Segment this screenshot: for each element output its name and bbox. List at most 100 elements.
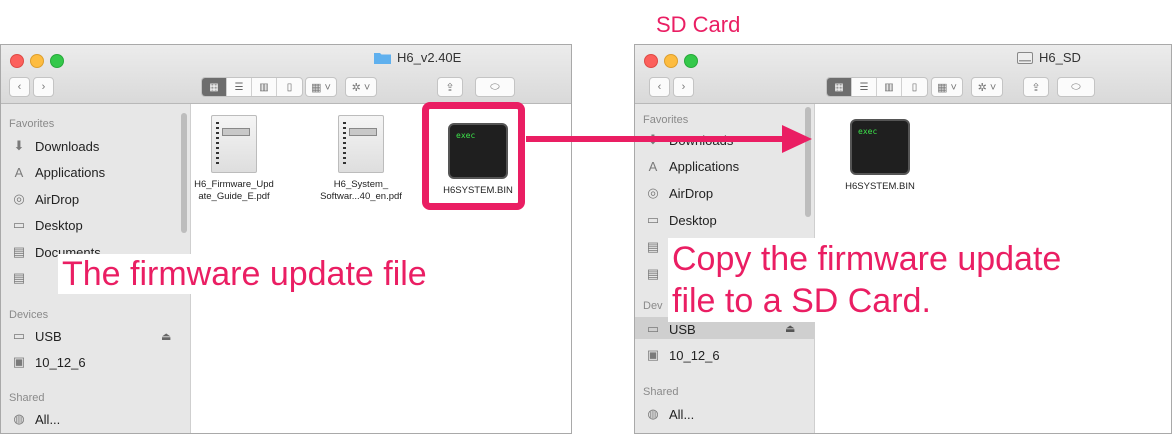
sidebar-item-applications[interactable]: A Applications [11,164,105,180]
eject-icon[interactable]: ⏏ [785,322,795,335]
sidebar-item-disk[interactable]: ▣ 10_12_6 [11,354,86,370]
column-view-icon[interactable]: ▥ [252,78,277,96]
tags-button[interactable]: ⬭ [475,77,515,97]
arrange-button[interactable]: ▦ ˅ [931,77,963,97]
desktop-icon: ▭ [646,212,660,227]
sidebar-header-devices: Dev [643,300,663,312]
sidebar-item-desktop[interactable]: ▭ Desktop [11,217,83,233]
sidebar-header-devices: Devices [9,309,49,321]
pdf-document-icon [338,115,384,173]
airdrop-icon: ◎ [647,185,659,200]
view-mode-control[interactable]: ▦ ☰ ▥ ▯ [201,77,303,97]
drive-icon: ▤ [646,266,660,281]
grid-arrange-icon: ▦ ˅ [937,81,957,94]
list-view-icon[interactable]: ☰ [227,78,252,96]
applications-icon: A [14,164,24,180]
sidebar-item-usb-selected[interactable]: ▭ USB [645,321,696,337]
desktop-icon: ▭ [12,217,26,232]
icon-view-icon[interactable]: ▦ [202,78,227,96]
forward-button[interactable]: › [673,77,694,97]
window-title: H6_SD [1017,50,1081,65]
sidebar-item-usb[interactable]: ▭ USB [11,328,62,344]
usb-drive-icon: ▭ [12,328,26,343]
sidebar-header-shared: Shared [643,386,679,398]
action-button[interactable]: ✲ ˅ [971,77,1003,97]
gallery-view-icon[interactable]: ▯ [277,78,302,96]
forward-button[interactable]: › [33,77,54,97]
chevron-right-icon: › [681,81,686,93]
downloads-icon: ⬇ [13,138,25,153]
action-button[interactable]: ✲ ˅ [345,77,377,97]
arrange-button[interactable]: ▦ ˅ [305,77,337,97]
zoom-button[interactable] [684,54,698,68]
close-button[interactable] [10,54,24,68]
window-toolbar: H6_SD ‹ › ▦ ☰ ▥ ▯ ▦ ˅ ✲ ˅ ⇪ ⬭ [635,45,1171,104]
column-view-icon[interactable]: ▥ [877,78,902,96]
share-button[interactable]: ⇪ [437,77,463,97]
file-name: H6_Firmware_Upd ate_Guide_E.pdf [194,179,274,202]
network-icon: ◍ [647,406,659,421]
highlight-box [422,102,525,210]
chevron-right-icon: › [41,81,46,93]
sidebar-item-airdrop[interactable]: ◎ AirDrop [11,191,79,207]
documents-icon: ▤ [646,239,660,254]
file-name: H6SYSTEM.BIN [845,181,915,192]
share-icon: ⇪ [445,81,455,94]
zoom-button[interactable] [50,54,64,68]
sidebar-item-downloads[interactable]: ⬇Downloads [11,138,100,154]
documents-icon: ▤ [12,244,26,259]
grid-arrange-icon: ▦ ˅ [311,81,331,94]
sidebar-item-disk[interactable]: ▣ 10_12_6 [645,347,720,363]
chevron-left-icon: ‹ [657,81,662,93]
sidebar-header-shared: Shared [9,392,45,404]
icon-view-icon[interactable]: ▦ [827,78,852,96]
gear-icon: ✲ ˅ [977,81,997,94]
minimize-button[interactable] [30,54,44,68]
sidebar-header-favorites: Favorites [9,118,55,130]
minimize-button[interactable] [664,54,678,68]
share-button[interactable]: ⇪ [1023,77,1049,97]
back-button[interactable]: ‹ [649,77,670,97]
copy-arrow-icon [526,125,812,153]
drive-icon: ▤ [12,270,26,285]
usb-drive-icon: ▭ [646,321,660,336]
pdf-document-icon [211,115,257,173]
share-icon: ⇪ [1031,81,1041,94]
sidebar-item-hidden[interactable]: ▤ [645,266,661,282]
sidebar-item-shared-all[interactable]: ◍ All... [11,411,60,427]
sd-card-label: SD Card [656,12,741,37]
drive-icon [1017,51,1033,64]
close-button[interactable] [644,54,658,68]
annotation-source: The firmware update file [58,254,431,294]
back-button[interactable]: ‹ [9,77,30,97]
sidebar-item-applications[interactable]: A Applications [645,158,739,174]
annotation-copy: Copy the firmware update file to a SD Ca… [668,238,1066,322]
tag-icon: ⬭ [490,80,500,93]
annotation-line: file to a SD Card. [672,282,931,320]
file-item[interactable]: H6_Firmware_Upd ate_Guide_E.pdf [191,115,277,203]
tag-icon: ⬭ [1071,80,1081,93]
exec-terminal-icon: exec [850,119,910,175]
tags-button[interactable]: ⬭ [1057,77,1095,97]
sidebar-item-hidden[interactable]: ▤ [11,270,27,286]
gear-icon: ✲ ˅ [351,81,371,94]
sidebar-item-airdrop[interactable]: ◎ AirDrop [645,185,713,201]
sidebar-item-documents[interactable]: ▤ [645,239,661,255]
network-icon: ◍ [13,411,25,426]
file-item[interactable]: H6_System_ Softwar...40_en.pdf [311,115,411,203]
sidebar-scrollbar[interactable] [181,113,187,233]
sidebar-item-desktop[interactable]: ▭ Desktop [645,212,717,228]
list-view-icon[interactable]: ☰ [852,78,877,96]
disk-icon: ▣ [12,354,26,369]
eject-icon[interactable]: ⏏ [161,330,171,343]
applications-icon: A [648,158,658,174]
sidebar-item-shared-all[interactable]: ◍ All... [645,406,694,422]
window-toolbar: H6_v2.40E ‹ › ▦ ☰ ▥ ▯ ▦ ˅ ✲ ˅ ⇪ ⬭ [1,45,571,104]
file-name: H6_System_ Softwar...40_en.pdf [320,179,402,202]
view-mode-control[interactable]: ▦ ☰ ▥ ▯ [826,77,928,97]
gallery-view-icon[interactable]: ▯ [902,78,927,96]
file-item[interactable]: exec H6SYSTEM.BIN [835,119,925,193]
annotation-line: Copy the firmware update [672,240,1062,278]
chevron-left-icon: ‹ [17,81,22,93]
airdrop-icon: ◎ [13,191,25,206]
